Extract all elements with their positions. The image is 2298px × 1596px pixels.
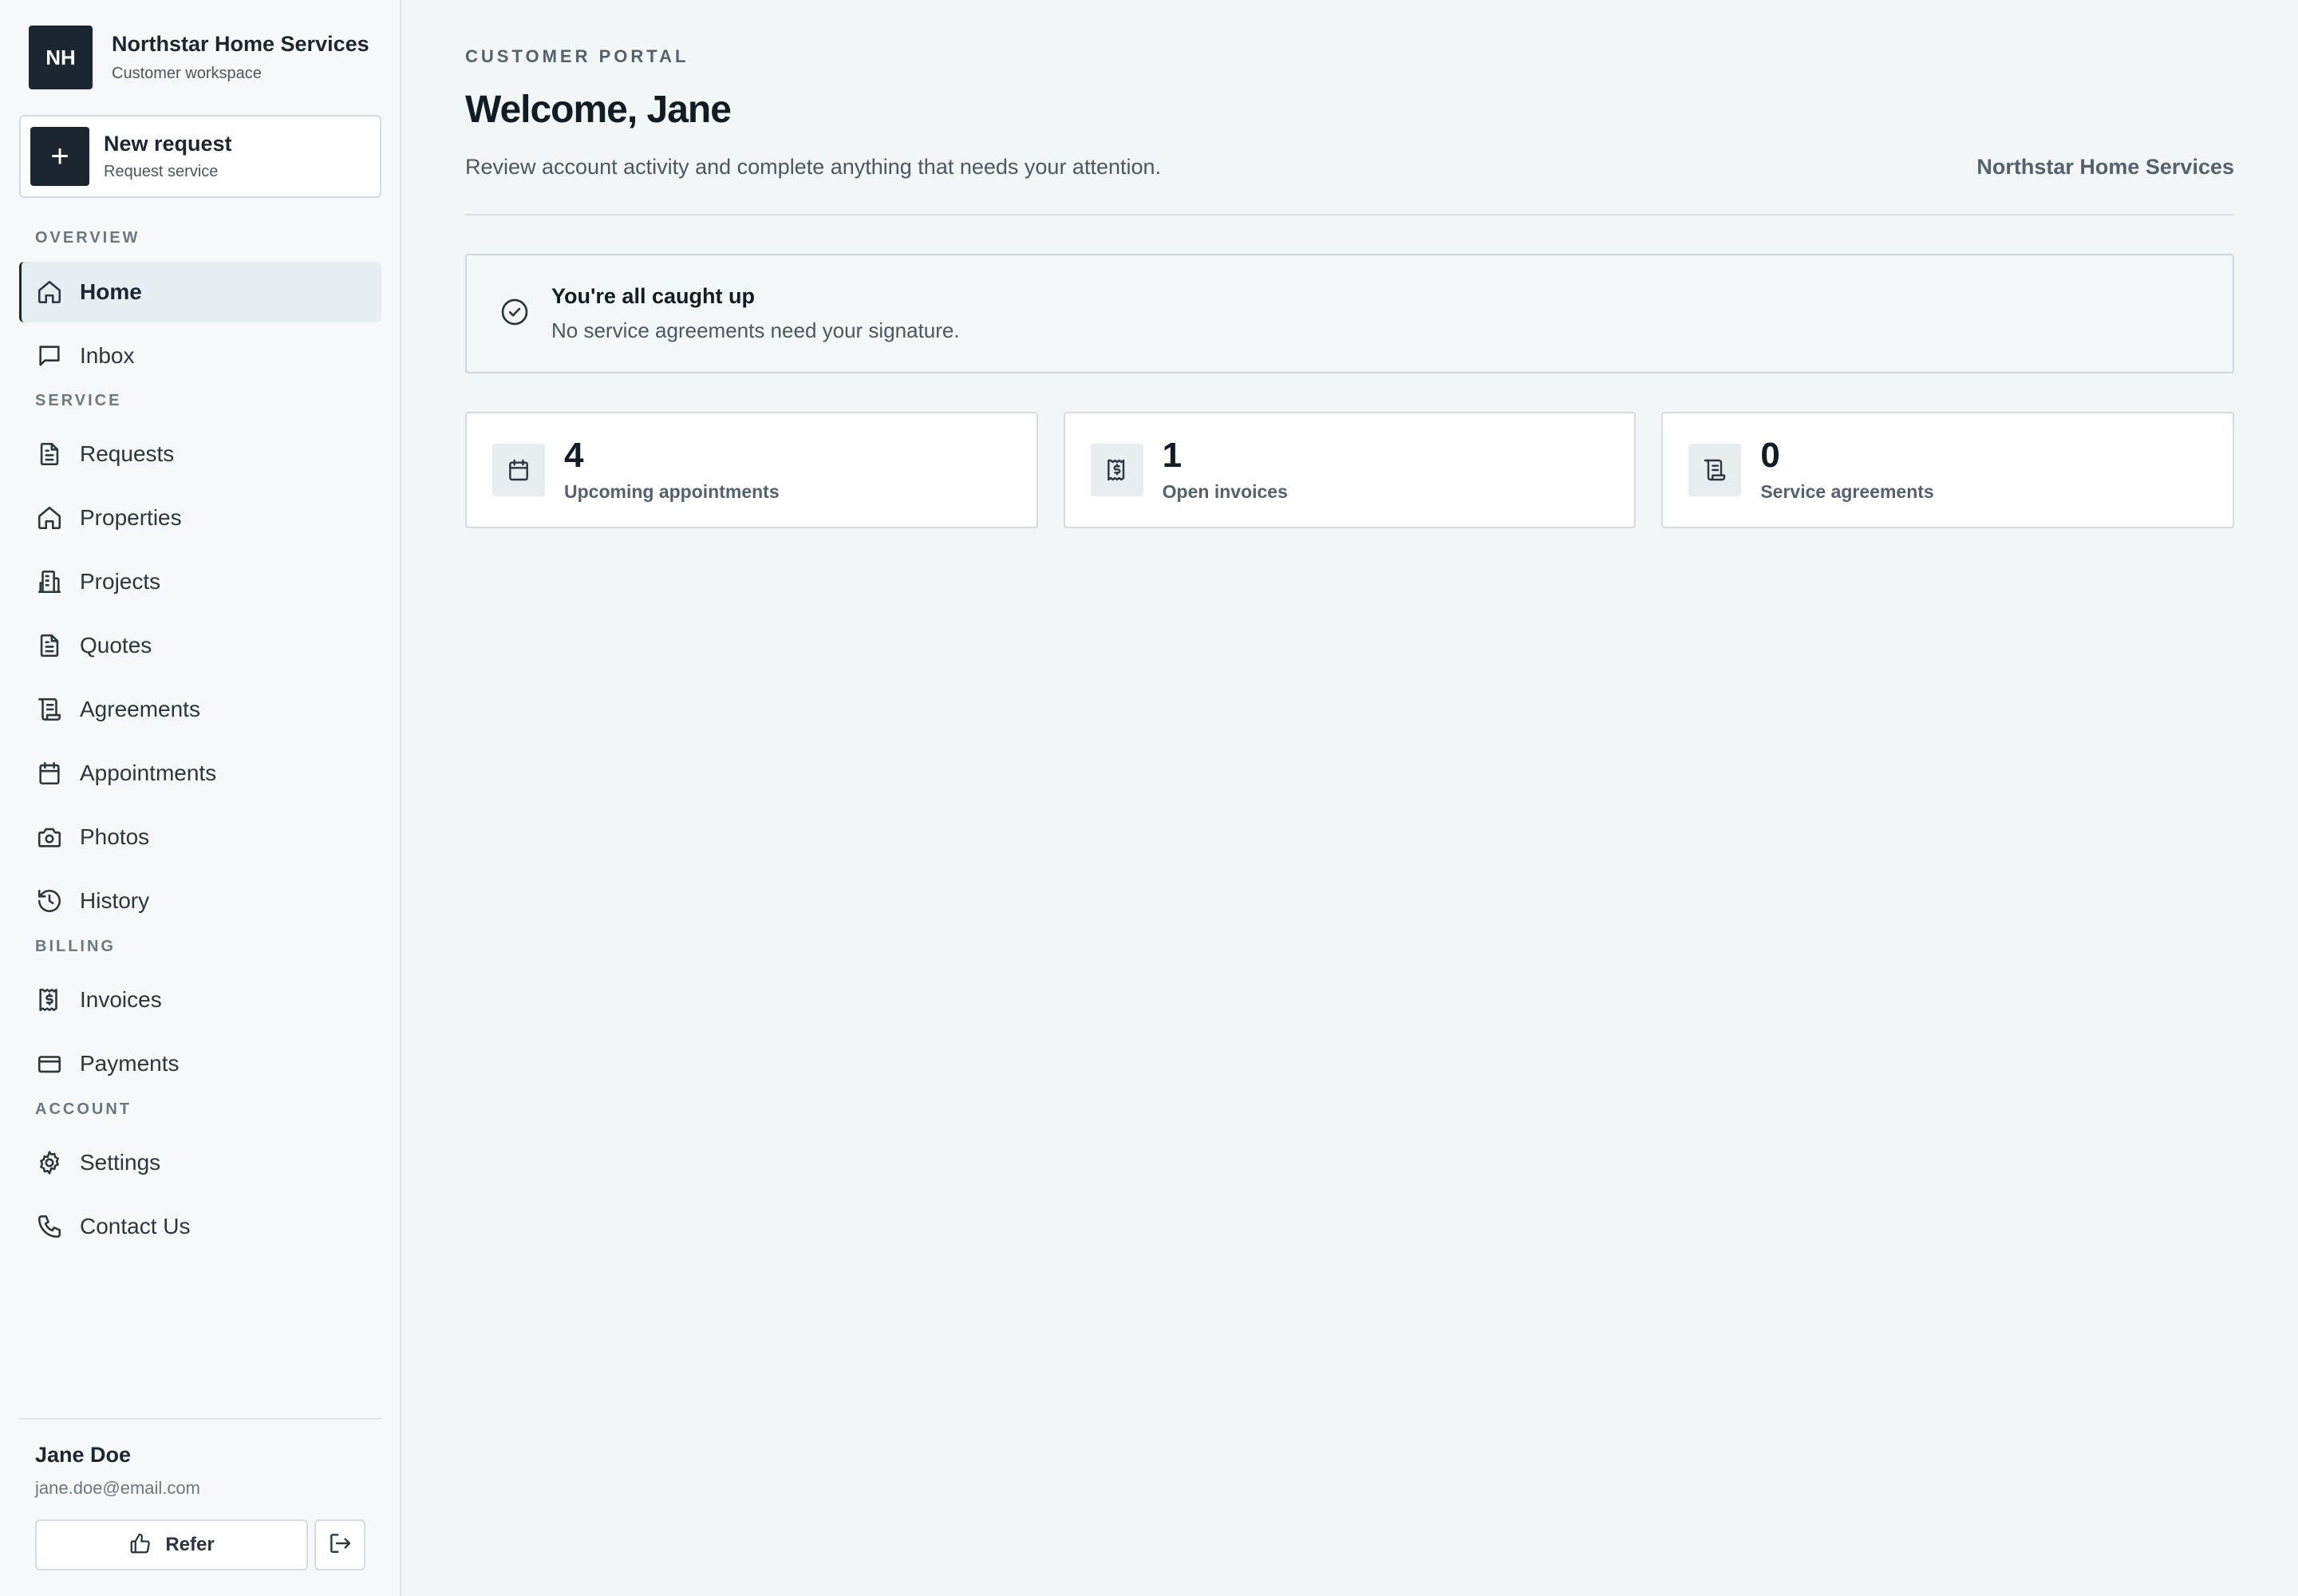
notice-body: No service agreements need your signatur…: [551, 318, 960, 342]
sidebar-item-label: Settings: [80, 1150, 161, 1175]
caught-up-notice: You're all caught up No service agreemen…: [465, 254, 2234, 373]
sidebar-item-appointments[interactable]: Appointments: [19, 743, 381, 804]
sidebar-item-label: Inbox: [80, 343, 135, 368]
sidebar-item-label: Invoices: [80, 987, 162, 1012]
building-icon: [35, 567, 64, 596]
stat-card-agreements[interactable]: 0 Service agreements: [1661, 412, 2235, 528]
sidebar-item-inbox[interactable]: Inbox: [19, 326, 381, 386]
sidebar-item-properties[interactable]: Properties: [19, 488, 381, 548]
home-icon: [35, 278, 64, 306]
new-request-button[interactable]: + New request Request service: [19, 115, 381, 198]
receipt-icon: [35, 986, 64, 1014]
plus-icon: +: [30, 127, 89, 186]
history-icon: [35, 887, 64, 915]
thumbs-up-icon: [128, 1531, 152, 1559]
credit-card-icon: [35, 1049, 64, 1078]
sidebar-item-invoices[interactable]: Invoices: [19, 970, 381, 1030]
brand: NH Northstar Home Services Customer work…: [29, 26, 369, 89]
new-request-subtitle: Request service: [104, 163, 219, 180]
page-description: Review account activity and complete any…: [465, 155, 1162, 179]
section-label-overview: OVERVIEW: [35, 229, 140, 247]
sidebar-item-agreements[interactable]: Agreements: [19, 679, 381, 740]
sidebar-item-label: Projects: [80, 569, 161, 594]
sidebar-item-quotes[interactable]: Quotes: [19, 615, 381, 676]
sidebar-item-label: Contact Us: [80, 1214, 191, 1238]
brand-name: Northstar Home Services: [112, 32, 369, 56]
stat-card-appointments[interactable]: 4 Upcoming appointments: [465, 412, 1038, 528]
sidebar-item-label: Payments: [80, 1051, 180, 1076]
user-email: jane.doe@email.com: [35, 1478, 200, 1498]
logout-icon: [327, 1531, 353, 1560]
stat-value: 0: [1760, 435, 1780, 475]
scroll-icon: [1688, 444, 1742, 496]
stat-card-invoices[interactable]: 1 Open invoices: [1063, 412, 1637, 528]
sidebar-item-label: Properties: [80, 505, 182, 530]
sidebar-item-settings[interactable]: Settings: [19, 1132, 381, 1193]
sidebar: NH Northstar Home Services Customer work…: [0, 0, 401, 1596]
user-name: Jane Doe: [35, 1443, 132, 1467]
document-icon: [35, 631, 64, 660]
sidebar-item-requests[interactable]: Requests: [19, 424, 381, 484]
sidebar-item-contact-us[interactable]: Contact Us: [19, 1196, 381, 1257]
stats-row: 4 Upcoming appointments 1 Open invoices: [465, 412, 2235, 528]
sidebar-item-label: Requests: [80, 441, 175, 466]
sidebar-item-label: Home: [80, 279, 142, 304]
stat-label: Open invoices: [1162, 480, 1288, 502]
sidebar-item-payments[interactable]: Payments: [19, 1033, 381, 1094]
message-icon: [35, 342, 64, 370]
brand-subtitle: Customer workspace: [112, 65, 262, 82]
section-label-billing: BILLING: [35, 938, 116, 955]
stat-label: Service agreements: [1760, 480, 1934, 502]
page-title: Welcome, Jane: [465, 89, 732, 131]
check-circle-icon: [499, 296, 531, 332]
calendar-icon: [35, 759, 64, 788]
sidebar-item-label: Quotes: [80, 633, 152, 658]
camera-icon: [35, 823, 64, 851]
sidebar-item-label: Agreements: [80, 697, 200, 721]
stat-label: Upcoming appointments: [564, 480, 780, 502]
gear-icon: [35, 1148, 64, 1177]
receipt-icon: [1090, 444, 1143, 496]
page-eyebrow: CUSTOMER PORTAL: [465, 46, 689, 66]
company-name: Northstar Home Services: [1976, 155, 2234, 179]
sidebar-item-projects[interactable]: Projects: [19, 551, 381, 612]
sidebar-item-label: Photos: [80, 824, 150, 849]
sidebar-item-label: Appointments: [80, 760, 217, 785]
calendar-icon: [492, 444, 545, 496]
sidebar-divider: [19, 1418, 381, 1420]
refer-label: Refer: [165, 1534, 215, 1555]
phone-icon: [35, 1212, 64, 1241]
sidebar-item-photos[interactable]: Photos: [19, 807, 381, 867]
scroll-icon: [35, 695, 64, 724]
notice-title: You're all caught up: [551, 284, 755, 308]
main-content: CUSTOMER PORTAL Welcome, Jane Review acc…: [401, 0, 2298, 1596]
new-request-title: New request: [104, 132, 232, 156]
refer-button[interactable]: Refer: [35, 1519, 308, 1570]
logout-button[interactable]: [314, 1519, 365, 1570]
header-divider: [465, 214, 2234, 215]
sidebar-item-label: History: [80, 888, 150, 913]
document-icon: [35, 440, 64, 468]
brand-logo: NH: [29, 26, 93, 89]
sidebar-item-history[interactable]: History: [19, 871, 381, 931]
section-label-service: SERVICE: [35, 392, 122, 409]
section-label-account: ACCOUNT: [35, 1100, 132, 1118]
stat-value: 1: [1162, 435, 1183, 475]
stat-value: 4: [564, 435, 584, 475]
sidebar-item-home[interactable]: Home: [19, 262, 381, 322]
home-icon: [35, 504, 64, 532]
